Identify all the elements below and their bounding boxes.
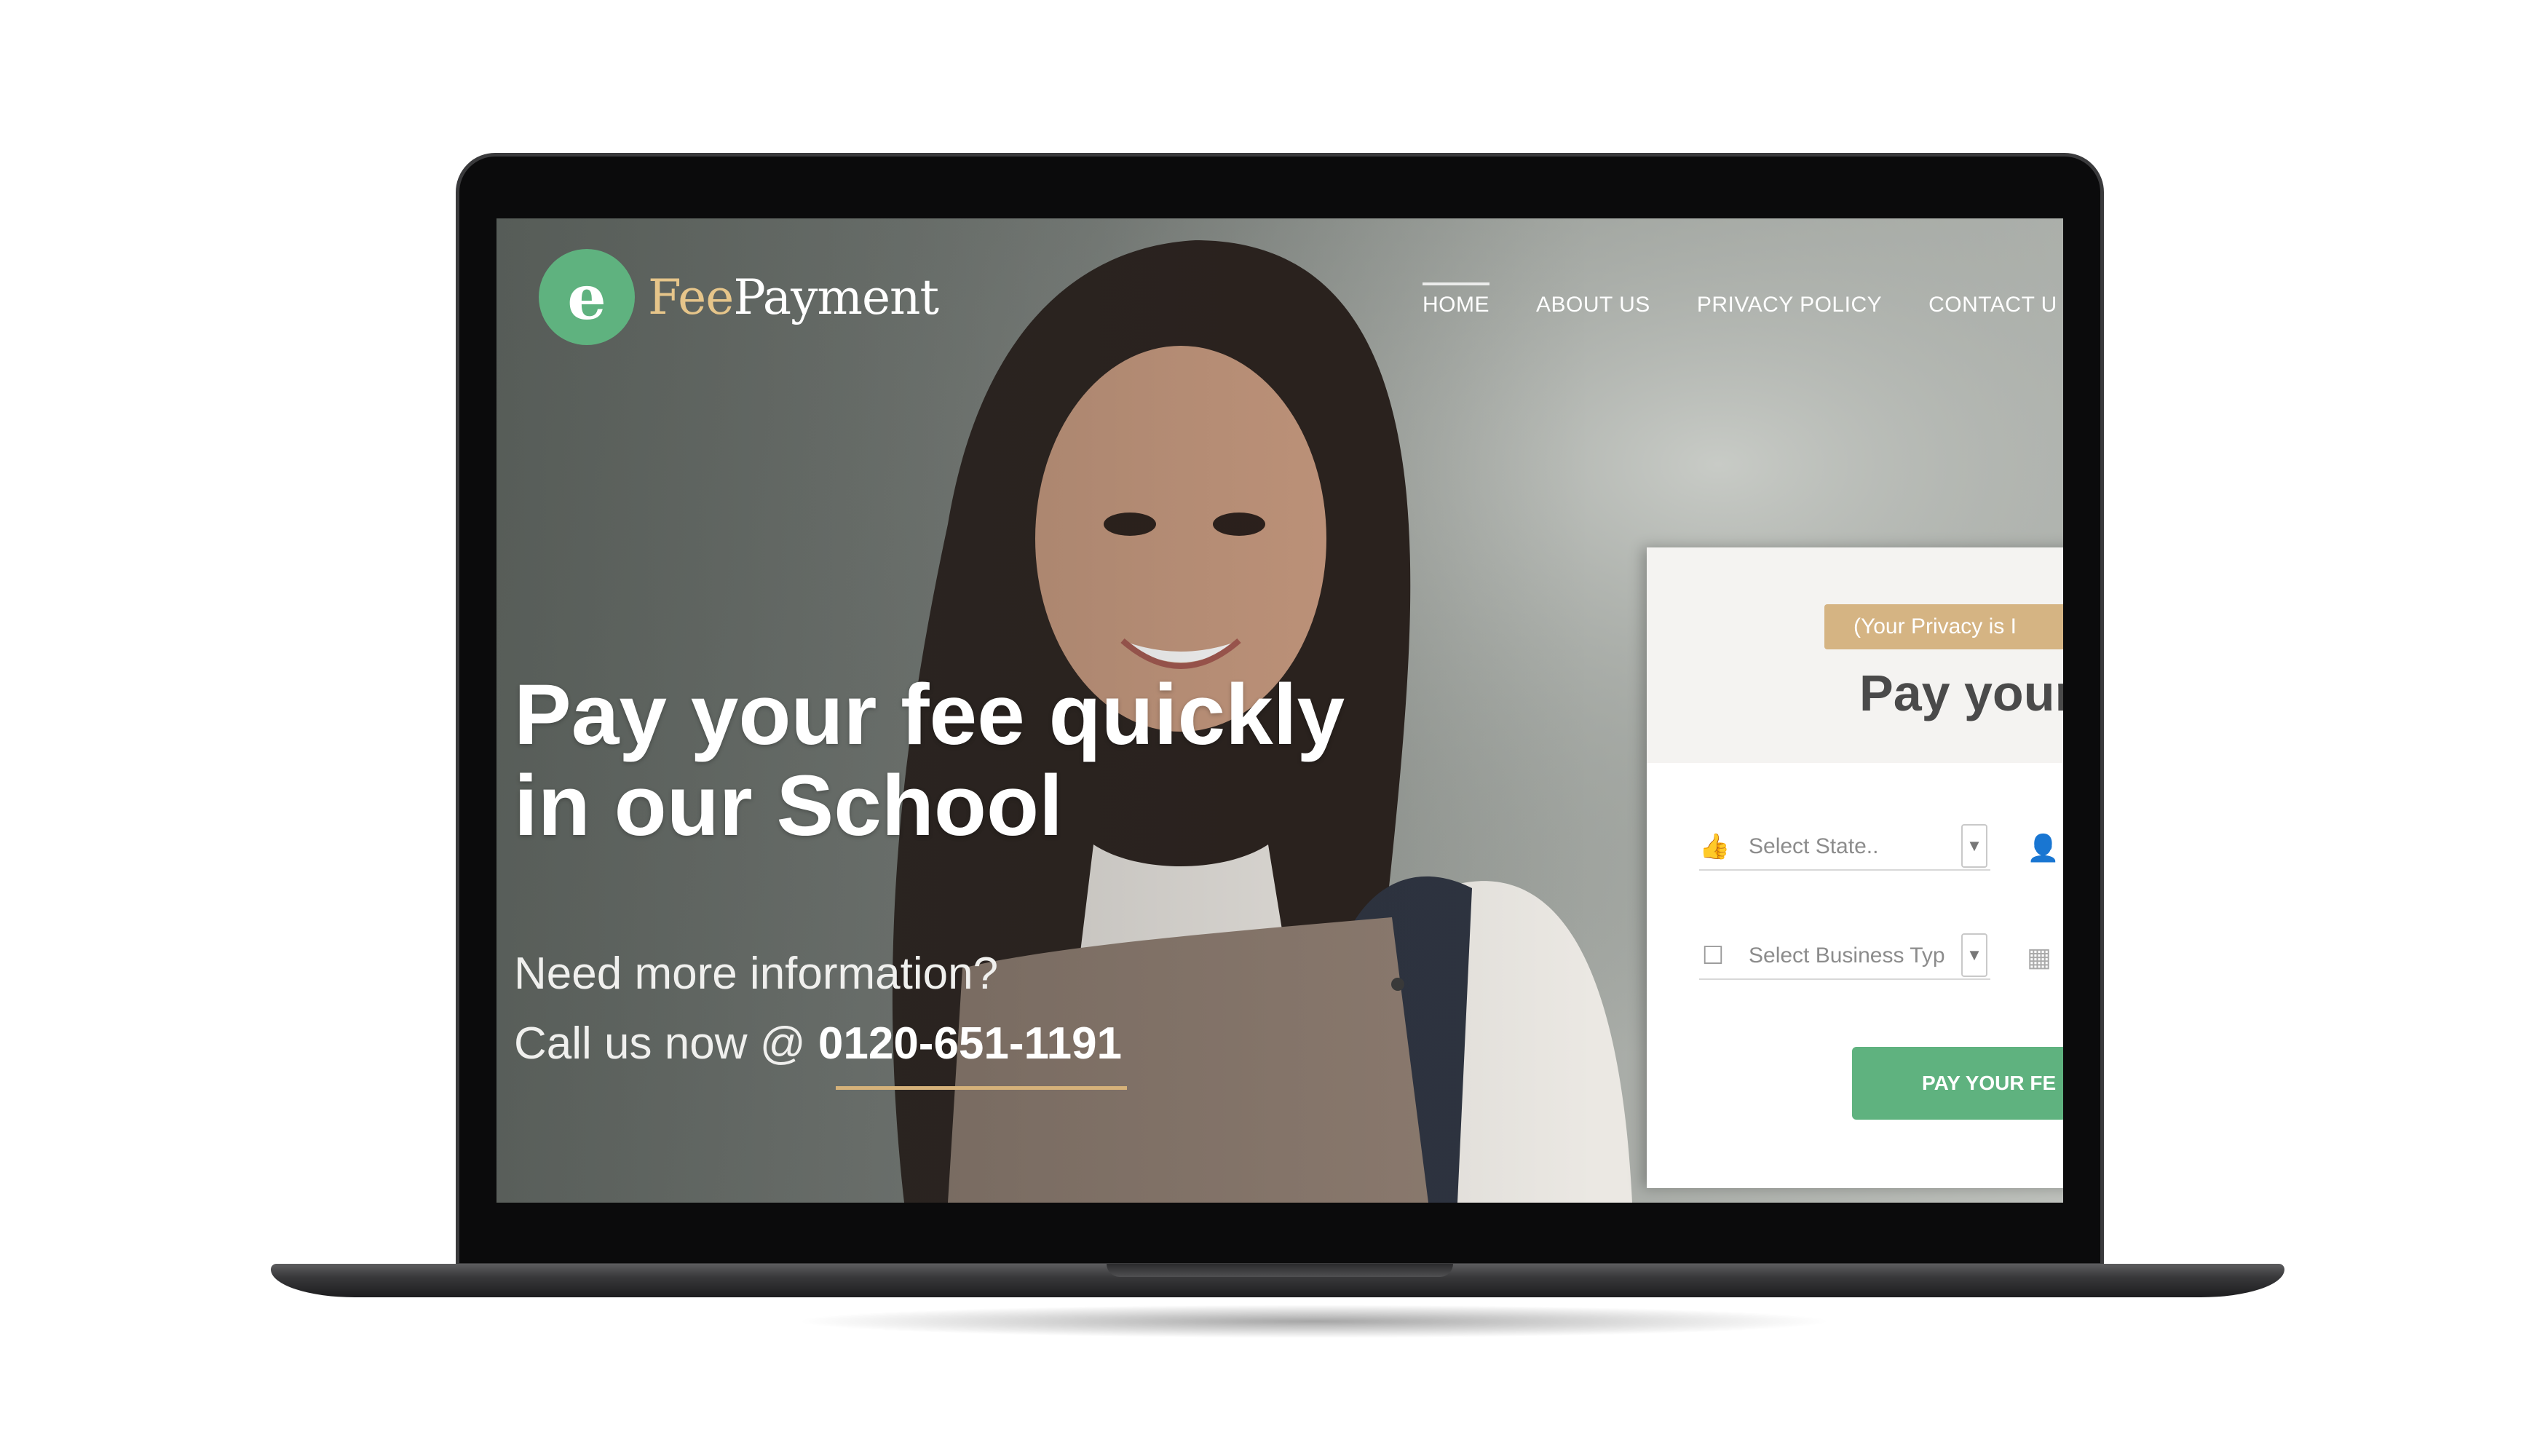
chevron-down-icon[interactable]: ▼ — [1961, 933, 1987, 977]
hero-phone-number[interactable]: 0120-651-1191 — [818, 1018, 1122, 1069]
website-screen: e FeePayment HOME ABOUT US PRIVACY POLIC… — [496, 218, 2063, 1203]
hero-title: Pay your fee quickly in our School — [514, 667, 1388, 855]
user-icon: 👤 — [2027, 833, 2060, 863]
pay-your-fee-button[interactable]: PAY YOUR FE — [1852, 1047, 2063, 1120]
logo-text-payment: Payment — [733, 269, 939, 325]
main-nav: HOME ABOUT US PRIVACY POLICY CONTACT U — [1423, 282, 2057, 317]
thumbs-up-icon: 👍 — [1699, 833, 1730, 860]
phone-underline — [836, 1086, 1127, 1090]
form-title: Pay your — [1859, 665, 2063, 721]
hero-info-call-prefix: Call us now @ — [514, 1018, 806, 1069]
hero-info-question: Need more information? — [514, 949, 999, 999]
logo-mark-icon: e — [539, 249, 635, 345]
fee-payment-form: (Your Privacy is I Pay your 👍 Select Sta… — [1647, 547, 2063, 1188]
form-header — [1647, 547, 2063, 763]
laptop-hinge-notch — [1107, 1264, 1453, 1277]
nav-privacy-policy[interactable]: PRIVACY POLICY — [1697, 282, 1882, 317]
chevron-down-icon[interactable]: ▼ — [1961, 824, 1987, 868]
privacy-badge: (Your Privacy is I — [1824, 604, 2063, 649]
hero-title-line-1: Pay your fee quickly — [514, 667, 1345, 763]
laptop-shadow — [794, 1305, 1835, 1338]
nav-contact-us[interactable]: CONTACT U — [1928, 282, 2057, 317]
hero-info-call-line: Call us now @ 0120-651-1191 — [514, 1009, 1122, 1079]
select-state-field[interactable]: 👍 Select State.. ▼ — [1699, 824, 1990, 871]
select-state-placeholder: Select State.. — [1749, 834, 1879, 858]
nav-home[interactable]: HOME — [1423, 282, 1489, 317]
logo-text-fee: Fee — [648, 269, 734, 325]
hero-title-line-2: in our School — [514, 758, 1063, 855]
select-business-placeholder: Select Business Typ — [1749, 943, 1945, 968]
logo-text: FeePayment — [648, 269, 939, 325]
hero-contact-info: Need more information? Call us now @ 012… — [514, 939, 1122, 1079]
select-business-type-field[interactable]: ☐ Select Business Typ ▼ — [1699, 933, 1990, 980]
nav-about-us[interactable]: ABOUT US — [1536, 282, 1650, 317]
building-icon: ▦ — [2027, 942, 2052, 972]
checkbox-icon: ☐ — [1701, 942, 1725, 970]
site-logo[interactable]: e FeePayment — [539, 246, 939, 348]
